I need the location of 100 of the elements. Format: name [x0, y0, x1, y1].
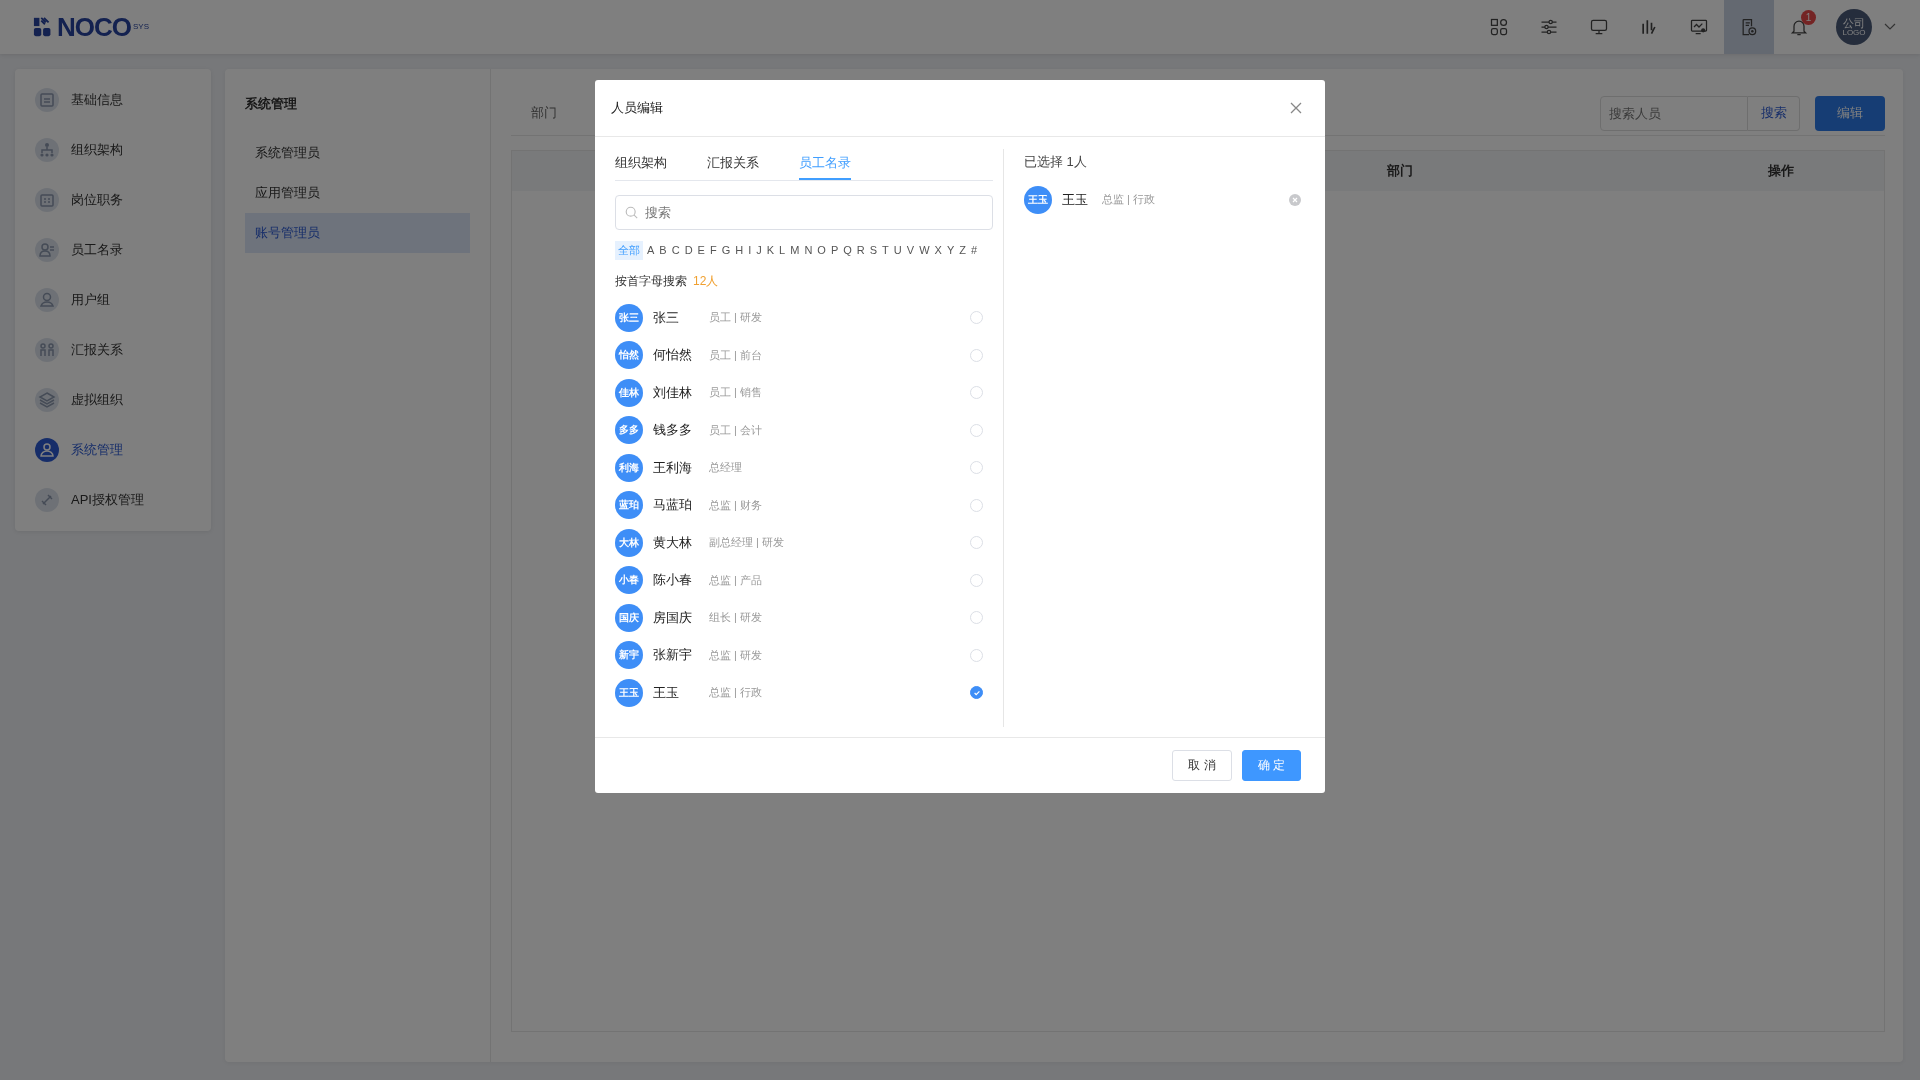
person-name: 张三	[653, 308, 680, 327]
person-role: 总监 | 产品	[709, 572, 763, 588]
apps-icon	[1489, 17, 1509, 37]
dialog-title: 人员编辑	[611, 99, 663, 117]
person-name: 黄大林	[653, 533, 693, 552]
letter-filter[interactable]: P	[829, 243, 840, 257]
letter-filter[interactable]: Y	[945, 243, 956, 257]
column-header: 部门	[1387, 162, 1413, 180]
person-role: 员工 | 前台	[709, 347, 763, 363]
letter-filter[interactable]: U	[892, 243, 903, 257]
avatar: 多多	[615, 416, 643, 445]
company-avatar[interactable]: 公司 LOGO	[1836, 9, 1872, 45]
menu-icon	[35, 188, 59, 212]
chevron-down-icon[interactable]	[1884, 23, 1896, 31]
menu-icon	[35, 488, 59, 512]
person-name: 刘佳林	[653, 383, 693, 402]
sidebar-item[interactable]: 组织架构	[15, 125, 211, 175]
sidebar-item[interactable]: 虚拟组织	[15, 375, 211, 425]
person-name: 钱多多	[653, 421, 693, 440]
person-role: 员工 | 研发	[709, 310, 763, 326]
letter-filter[interactable]: B	[658, 243, 668, 257]
letter-filter[interactable]: T	[881, 243, 890, 257]
tab[interactable]: 汇报关系	[707, 149, 759, 180]
letter-filter[interactable]: J	[755, 243, 763, 257]
chart-icon	[1639, 17, 1659, 37]
cancel-button[interactable]: 取 消	[1172, 750, 1232, 781]
letter-filter[interactable]: L	[778, 243, 787, 257]
person-name: 王利海	[653, 458, 693, 477]
person-name: 房国庆	[653, 608, 693, 627]
logo-text: NOCO	[57, 11, 131, 43]
letter-filter[interactable]: W	[918, 243, 931, 257]
radio-button[interactable]	[970, 686, 983, 700]
sidebar-item[interactable]: 汇报关系	[15, 325, 211, 375]
menu-icon	[35, 388, 59, 412]
sidebar-item[interactable]: 基础信息	[15, 75, 211, 125]
menu-icon	[35, 288, 59, 312]
letter-filter[interactable]: O	[816, 243, 827, 257]
letter-filter[interactable]: G	[720, 243, 732, 257]
person-role: 组长 | 研发	[709, 610, 763, 626]
sidebar-item[interactable]: API授权管理	[15, 475, 211, 525]
tab[interactable]: 组织架构	[615, 149, 667, 180]
column-header: 操作	[1768, 162, 1794, 180]
search-field[interactable]: 搜索人员	[1600, 95, 1748, 131]
avatar: 新宇	[615, 641, 643, 670]
sidebar-item[interactable]: 用户组	[15, 275, 211, 325]
avatar: 怡然	[615, 341, 643, 370]
letter-filter[interactable]: R	[855, 243, 866, 257]
selected-count: 已选择 1人	[1024, 153, 1088, 171]
letter-filter[interactable]: #	[969, 243, 979, 257]
menu-icon	[35, 238, 59, 262]
letter-filter[interactable]: D	[683, 243, 694, 257]
menu-icon	[35, 438, 59, 462]
submenu-item[interactable]: 系统管理员	[245, 133, 470, 173]
letter-filter[interactable]: K	[765, 243, 776, 257]
sidebar-item[interactable]: 岗位职务	[15, 175, 211, 225]
remove-icon[interactable]	[1289, 193, 1301, 206]
person-role: 副总经理 | 研发	[709, 535, 785, 551]
person-name: 张新宇	[653, 646, 693, 665]
filter-label: 按首字母搜索	[615, 272, 687, 290]
person-role: 总监 | 财务	[709, 497, 763, 513]
avatar: 王玉	[615, 678, 643, 707]
person-name: 王玉	[1062, 190, 1088, 209]
toolbar-button[interactable]	[1724, 0, 1774, 54]
person-role: 总监 | 行政	[1102, 192, 1156, 208]
person-role: 总监 | 研发	[709, 647, 763, 663]
avatar: 小春	[615, 566, 643, 595]
sidebar-item[interactable]: 员工名录	[15, 225, 211, 275]
person-role: 员工 | 销售	[709, 385, 763, 401]
result-count: 12人	[693, 272, 719, 290]
letter-filter[interactable]: S	[868, 243, 879, 257]
close-icon[interactable]	[1290, 102, 1302, 114]
search-icon	[625, 206, 638, 219]
letter-filter[interactable]: C	[670, 243, 681, 257]
search-field[interactable]: 搜索	[615, 195, 993, 230]
letter-filter[interactable]: H	[734, 243, 745, 257]
avatar: 佳林	[615, 378, 643, 407]
person-name: 何怡然	[653, 346, 693, 365]
notification-badge: 1	[1801, 10, 1816, 25]
avatar: 国庆	[615, 603, 643, 632]
person-role: 总经理	[709, 460, 743, 476]
screen-gear-icon	[1689, 17, 1709, 37]
letter-filter[interactable]: X	[933, 243, 943, 257]
person-name: 马蓝珀	[653, 496, 693, 515]
avatar: 蓝珀	[615, 491, 643, 520]
letter-filter[interactable]: E	[696, 243, 706, 257]
submenu-item[interactable]: 应用管理员	[245, 173, 470, 213]
letter-filter[interactable]: I	[747, 243, 753, 257]
person-name: 陈小春	[653, 571, 693, 590]
avatar: 张三	[615, 303, 643, 332]
letter-filter[interactable]: M	[789, 243, 801, 257]
avatar: 大林	[615, 528, 643, 557]
letter-filter[interactable]: Q	[842, 243, 853, 257]
letter-filter[interactable]: A	[646, 243, 656, 257]
letter-filter[interactable]: N	[803, 243, 814, 257]
letter-filter[interactable]: V	[905, 243, 916, 257]
letter-filter[interactable]: F	[708, 243, 718, 257]
avatar: 王玉	[1024, 185, 1052, 214]
menu-icon	[35, 88, 59, 112]
letter-filter[interactable]: Z	[958, 243, 967, 257]
monitor-icon	[1589, 17, 1609, 37]
